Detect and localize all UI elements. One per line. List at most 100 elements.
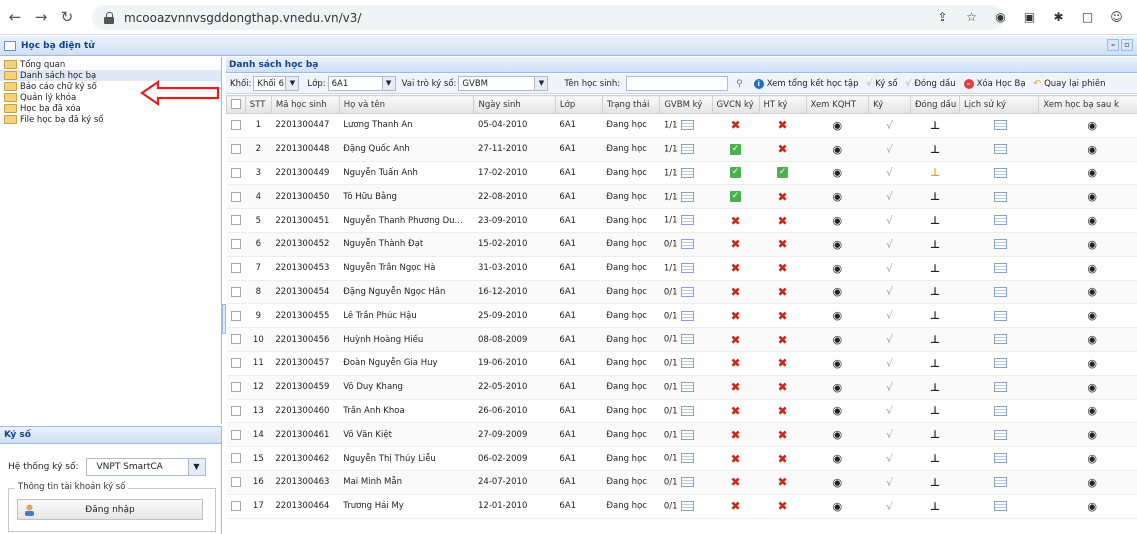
- eye-icon[interactable]: ◉: [833, 309, 843, 322]
- column-header[interactable]: Lịch sử ký: [959, 95, 1040, 114]
- sign-icon[interactable]: √: [886, 214, 893, 227]
- eye-icon[interactable]: ◉: [833, 428, 843, 441]
- column-header[interactable]: GVCN ký: [711, 95, 760, 114]
- share-icon[interactable]: ⇪: [934, 8, 951, 25]
- table-row[interactable]: 6 2201300452 Nguyễn Thành Đạt 15-02-2010 6A1…: [226, 232, 1137, 257]
- back-icon[interactable]: ←: [4, 6, 26, 28]
- history-icon[interactable]: [994, 477, 1008, 488]
- lop-select[interactable]: 6A1 ▼: [327, 76, 396, 91]
- eye-icon[interactable]: ◉: [833, 190, 843, 203]
- note-icon[interactable]: [680, 477, 694, 488]
- select-all-checkbox[interactable]: [231, 99, 241, 110]
- chevron-down-icon[interactable]: ▼: [187, 459, 205, 475]
- history-icon[interactable]: [994, 500, 1008, 511]
- eye-icon[interactable]: ◉: [1087, 500, 1097, 513]
- sign-icon[interactable]: √: [886, 476, 893, 489]
- eye-icon[interactable]: ◉: [1087, 238, 1097, 251]
- sign-icon[interactable]: √: [886, 309, 893, 322]
- history-icon[interactable]: [994, 405, 1008, 416]
- sign-icon[interactable]: √: [886, 452, 893, 465]
- xem-tong-ket-button[interactable]: i Xem tổng kết học tập: [753, 78, 859, 89]
- eye-icon[interactable]: ◉: [833, 404, 843, 417]
- history-icon[interactable]: [994, 262, 1008, 273]
- note-icon[interactable]: [680, 358, 694, 369]
- stamp-icon[interactable]: ⊥: [930, 309, 940, 322]
- note-icon[interactable]: [680, 453, 694, 464]
- quay-lai-button[interactable]: ↶ Quay lại phiên: [1034, 79, 1106, 89]
- eye-icon[interactable]: ◉: [833, 119, 843, 132]
- eye-icon[interactable]: ◉: [833, 476, 843, 489]
- signing-system-select[interactable]: VNPT SmartCA ▼: [85, 458, 206, 476]
- vaitro-select[interactable]: GVBM ▼: [458, 76, 549, 91]
- note-icon[interactable]: [680, 262, 694, 273]
- row-checkbox[interactable]: [230, 500, 241, 511]
- sign-icon[interactable]: √: [886, 190, 893, 203]
- note-icon[interactable]: [680, 405, 694, 416]
- sign-icon[interactable]: √: [886, 500, 893, 513]
- sidebar-icon[interactable]: □: [1079, 8, 1096, 25]
- stamp-icon[interactable]: ⊥: [930, 238, 940, 251]
- sign-icon[interactable]: √: [886, 381, 893, 394]
- stamp-icon[interactable]: ⊥: [930, 476, 940, 489]
- table-row[interactable]: 2 2201300448 Đặng Quốc Anh 27-11-2010 6A1 Đan…: [226, 137, 1137, 162]
- sign-icon[interactable]: √: [886, 285, 893, 298]
- sign-icon[interactable]: √: [886, 166, 893, 179]
- table-row[interactable]: 17 2201300464 Trương Hải My 12-01-2010 6A1 Đa…: [226, 494, 1137, 519]
- tree-item[interactable]: Tổng quan: [0, 59, 221, 70]
- column-header[interactable]: Lớp: [554, 95, 603, 114]
- note-icon[interactable]: [680, 239, 694, 250]
- chevron-down-icon[interactable]: ▼: [285, 77, 299, 90]
- column-header[interactable]: Ký: [868, 95, 911, 114]
- column-header[interactable]: Mã học sinh: [270, 95, 340, 114]
- eye-icon[interactable]: ◉: [1087, 214, 1097, 227]
- table-row[interactable]: 7 2201300453 Nguyễn Trần Ngọc Hà 31-03-2010…: [226, 256, 1137, 281]
- sign-icon[interactable]: √: [886, 333, 893, 346]
- stamp-icon[interactable]: ⊥: [930, 500, 940, 513]
- column-header[interactable]: GVBM ký: [659, 95, 713, 114]
- table-row[interactable]: 1 2201300447 Lương Thanh An 05-04-2010 6A1 Đa…: [226, 113, 1137, 138]
- profile-icon[interactable]: ☺: [1108, 8, 1125, 25]
- row-checkbox[interactable]: [230, 429, 241, 440]
- select-all-header[interactable]: [226, 95, 246, 114]
- note-icon[interactable]: [680, 381, 694, 392]
- note-icon[interactable]: [680, 191, 694, 202]
- stamp-icon[interactable]: ⊥: [930, 166, 940, 179]
- ky-so-button[interactable]: √ Ký số: [867, 79, 898, 89]
- table-row[interactable]: 13 2201300460 Trần Anh Khoa 26-06-2010 6A1 Đa…: [226, 399, 1137, 424]
- row-checkbox[interactable]: [230, 120, 241, 131]
- sign-icon[interactable]: √: [886, 404, 893, 417]
- row-checkbox[interactable]: [230, 453, 241, 464]
- eye-icon[interactable]: ◉: [1087, 166, 1097, 179]
- row-checkbox[interactable]: [230, 143, 241, 154]
- eye-icon[interactable]: ◉: [1087, 404, 1097, 417]
- row-checkbox[interactable]: [230, 191, 241, 202]
- star-icon[interactable]: ☆: [963, 8, 980, 25]
- khoi-select[interactable]: Khối 6 ▼: [253, 76, 300, 91]
- eye-icon[interactable]: ◉: [833, 143, 843, 156]
- history-icon[interactable]: [994, 358, 1008, 369]
- column-header[interactable]: Ngày sinh: [473, 95, 556, 114]
- eye-icon[interactable]: ◉: [833, 452, 843, 465]
- pin-icon[interactable]: ✱: [1050, 8, 1067, 25]
- sign-icon[interactable]: √: [886, 238, 893, 251]
- table-row[interactable]: 3 2201300449 Nguyễn Tuấn Anh 17-02-2010 6A1 Đ…: [226, 161, 1137, 186]
- address-bar[interactable]: mcooazvnnvsgddongthap.vnedu.vn/v3/: [92, 5, 1004, 30]
- stamp-icon[interactable]: ⊥: [930, 143, 940, 156]
- table-row[interactable]: 9 2201300455 Lê Trần Phúc Hậu 25-09-2010 6A1…: [226, 303, 1137, 329]
- eye-icon[interactable]: ◉: [833, 238, 843, 251]
- stamp-icon[interactable]: ⊥: [930, 214, 940, 227]
- row-checkbox[interactable]: [230, 405, 241, 416]
- history-icon[interactable]: [994, 143, 1008, 154]
- login-button[interactable]: Đăng nhập: [17, 499, 203, 520]
- sign-icon[interactable]: √: [886, 428, 893, 441]
- eye-icon[interactable]: ◉: [1087, 428, 1097, 441]
- column-header[interactable]: HT ký: [758, 95, 807, 114]
- history-icon[interactable]: [994, 334, 1008, 345]
- eye-icon[interactable]: ◉: [833, 381, 843, 394]
- history-icon[interactable]: [994, 215, 1008, 226]
- eye-icon[interactable]: ◉: [1087, 143, 1097, 156]
- tree-item[interactable]: File học bạ đã ký số: [0, 114, 221, 125]
- stamp-icon[interactable]: ⊥: [930, 452, 940, 465]
- history-icon[interactable]: [994, 381, 1008, 392]
- sign-icon[interactable]: √: [886, 119, 893, 132]
